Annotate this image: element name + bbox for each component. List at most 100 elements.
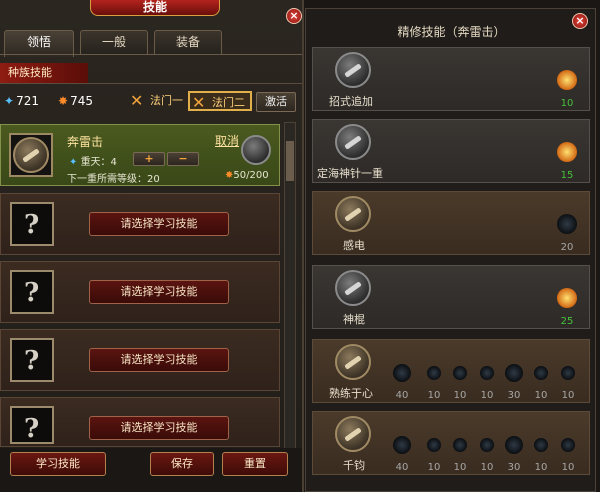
skill-slot: ? 请选择学习技能 [0, 329, 280, 391]
node-icon [534, 366, 548, 380]
skill-slot: ? 请选择学习技能 [0, 261, 280, 323]
active-skill-slot[interactable]: 奔雷击 取消 ✦ 重天：4 + − 下一重所需等级：20 ✸50/200 [0, 124, 280, 186]
node-icon [480, 366, 494, 380]
refine-row[interactable]: 定海神针一重 15 [312, 119, 590, 183]
scrollbar[interactable] [284, 122, 296, 452]
node-icon [561, 366, 575, 380]
activate-button[interactable]: 激活 [256, 92, 296, 112]
skill-level: ✦ 重天：4 [69, 153, 117, 168]
node-icon [427, 438, 441, 452]
question-mark-icon: ? [10, 202, 54, 246]
save-button[interactable]: 保存 [150, 452, 214, 476]
tab-comprehend[interactable]: 领悟 [4, 30, 74, 57]
node-icon [453, 438, 467, 452]
level-plus-button[interactable]: + [133, 152, 165, 166]
skill-cost: ✸50/200 [225, 170, 269, 181]
skill-slot: ? 请选择学习技能 [0, 397, 280, 447]
question-mark-icon: ? [10, 338, 54, 382]
skill-icon-frame [9, 133, 53, 177]
node-cost: 10 [427, 390, 441, 401]
refine-cost: 20 [560, 242, 574, 253]
refine-row[interactable]: 千钧 40 10 10 10 30 10 10 [312, 411, 590, 475]
node-icon [393, 364, 411, 382]
divider [0, 54, 302, 55]
orange-currency: ✸ 745 [58, 94, 93, 108]
blue-gem-icon: ✦ [4, 94, 15, 108]
refine-row[interactable]: 招式追加 10 [312, 47, 590, 111]
star-icon [557, 214, 577, 234]
choose-skill-button[interactable]: 请选择学习技能 [89, 348, 229, 372]
node-cost: 10 [534, 390, 548, 401]
node-cost: 10 [480, 462, 494, 473]
staff-skill-icon [13, 137, 49, 173]
level-minus-button[interactable]: − [167, 152, 199, 166]
node-cost: 10 [534, 462, 548, 473]
question-mark-icon: ? [10, 270, 54, 314]
refine-cost: 25 [560, 316, 574, 327]
blue-currency: ✦ 721 [4, 94, 39, 108]
refine-name: 定海神针一重 [317, 167, 383, 180]
star-icon [557, 70, 577, 90]
node-cost: 10 [453, 390, 467, 401]
race-skill-header: 种族技能 [0, 63, 88, 83]
node-icon [453, 366, 467, 380]
tab-general[interactable]: 一般 [80, 30, 148, 54]
method-two-button[interactable]: ✕ 法门二 [188, 91, 252, 112]
node-icon [534, 438, 548, 452]
skill-name: 奔雷击 [67, 135, 104, 149]
choose-skill-button[interactable]: 请选择学习技能 [89, 280, 229, 304]
refine-cost: 10 [560, 98, 574, 109]
node-icon [427, 366, 441, 380]
scroll-thumb[interactable] [286, 141, 294, 181]
next-level-requirement: 下一重所需等级：20 [67, 174, 160, 185]
empty-rune-icon [241, 135, 271, 165]
window-title: 技能 [90, 0, 220, 16]
node-cost: 30 [507, 390, 521, 401]
learn-skill-button[interactable]: 学习技能 [10, 452, 106, 476]
orange-gem-icon: ✸ [58, 94, 69, 108]
refine-row[interactable]: 熟练于心 40 10 10 10 30 10 10 [312, 339, 590, 403]
method-two-label: 法门二 [212, 96, 245, 109]
node-cost: 10 [453, 462, 467, 473]
staff-skill-icon [335, 344, 371, 380]
orange-currency-value: 745 [70, 94, 93, 108]
refine-name: 招式追加 [329, 95, 373, 108]
method-one-button[interactable]: ✕ 法门一 [128, 91, 186, 111]
reset-button[interactable]: 重置 [222, 452, 288, 476]
node-icon [561, 438, 575, 452]
refine-name: 熟练于心 [329, 387, 373, 400]
tab-equipment[interactable]: 装备 [154, 30, 222, 54]
divider [0, 83, 302, 84]
refine-row[interactable]: 神棍 25 [312, 265, 590, 329]
refine-cost: 15 [560, 170, 574, 181]
crossed-swords-icon: ✕ [192, 93, 206, 112]
cancel-link[interactable]: 取消 [215, 132, 239, 149]
skill-window: 技能 × 领悟 一般 装备 种族技能 ✦ 721 ✸ 745 ✕ 法门一 ✕ 法门二 激… [0, 0, 304, 492]
node-icon [505, 436, 523, 454]
staff-skill-icon [335, 124, 371, 160]
staff-skill-icon [335, 196, 371, 232]
node-icon [505, 364, 523, 382]
panel-title: 精修技能（奔雷击） [397, 25, 506, 39]
close-icon[interactable]: × [286, 8, 302, 24]
refine-name: 千钧 [343, 459, 365, 472]
node-cost: 10 [480, 390, 494, 401]
tab-bar: 领悟 一般 装备 [4, 30, 284, 57]
refine-name: 神棍 [343, 313, 365, 326]
staff-skill-icon [335, 270, 371, 306]
node-cost: 10 [561, 390, 575, 401]
skill-cost-value: 50/200 [233, 170, 269, 181]
close-icon[interactable]: × [572, 13, 588, 29]
question-mark-icon: ? [10, 406, 54, 444]
node-cost: 40 [395, 390, 409, 401]
star-icon [557, 142, 577, 162]
choose-skill-button[interactable]: 请选择学习技能 [89, 212, 229, 236]
skill-level-text: 重天：4 [80, 157, 117, 168]
method-one-label: 法门一 [150, 94, 183, 107]
node-cost: 10 [561, 462, 575, 473]
crossed-swords-icon: ✕ [130, 91, 144, 110]
refine-row[interactable]: 感电 20 [312, 191, 590, 255]
blue-gem-icon: ✦ [69, 157, 81, 168]
choose-skill-button[interactable]: 请选择学习技能 [89, 416, 229, 440]
blue-currency-value: 721 [16, 94, 39, 108]
